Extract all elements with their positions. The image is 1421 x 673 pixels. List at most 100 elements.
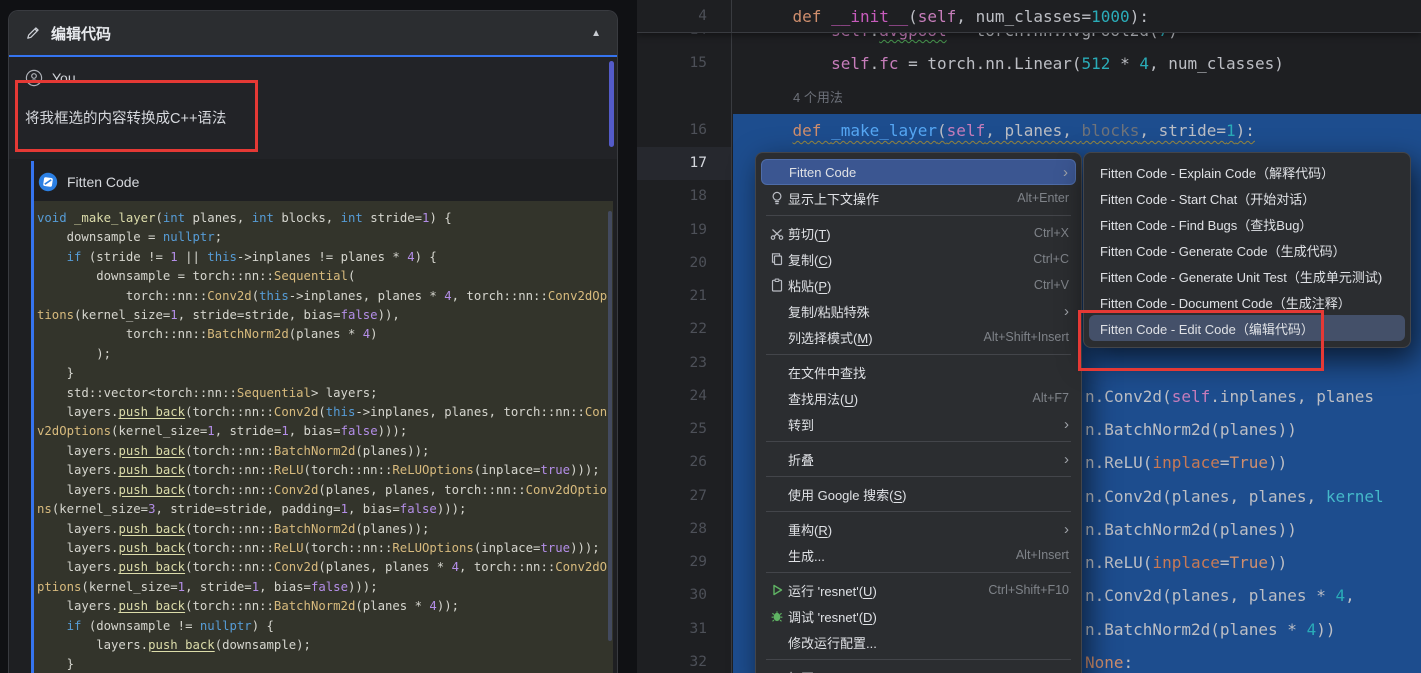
editor-code-line[interactable]: n.BatchNorm2d(planes)) [1085,413,1297,446]
cpp-code-line: layers.push_back(downsample); [37,636,609,655]
menu-separator [766,659,1071,660]
context-menu-item[interactable]: Fitten Code › [761,159,1076,185]
gutter-line-number[interactable]: 26 [637,446,707,479]
gutter-line-number[interactable]: 17 [637,147,707,180]
menu-separator [766,441,1071,442]
editor-code-line[interactable]: def _make_layer(self, planes, blocks, st… [754,114,1255,147]
menu-item-label: 在文件中查找 [788,363,866,382]
user-message: You 将我框选的内容转换成C++语法 [9,57,617,159]
gutter-line-number[interactable]: 31 [637,613,707,646]
gutter-line-number[interactable]: 24 [637,380,707,413]
context-menu-item[interactable]: 粘贴(P)Ctrl+V [756,272,1081,298]
gutter-line-number[interactable]: 30 [637,579,707,612]
submenu-arrow-icon: › [1064,669,1069,673]
assistant-message: Fitten Code void _make_layer(int planes,… [31,161,613,673]
collapse-arrow-icon[interactable]: ▲ [591,28,601,39]
gutter-line-number[interactable]: 18 [637,180,707,213]
context-menu-item[interactable]: 复制/粘贴特殊 › [756,298,1081,324]
cpp-code-block[interactable]: void _make_layer(int planes, int blocks,… [34,201,613,673]
context-menu-item[interactable]: 运行 'resnet'(U)Ctrl+Shift+F10 [756,577,1081,603]
menu-item-label: 列选择模式(M) [788,328,873,347]
menu-separator [766,511,1071,512]
context-menu-item[interactable]: 列选择模式(M) Alt+Shift+Insert [756,324,1081,350]
cpp-code-line: tions(kernel_size=1, stride=stride, bias… [37,306,609,325]
gutter-line-number[interactable]: 27 [637,480,707,513]
menu-separator [766,354,1071,355]
fitten-submenu-item[interactable]: Fitten Code - Start Chat（开始对话） [1084,185,1410,211]
context-menu-item[interactable]: 在文件中查找 [756,359,1081,385]
cpp-code-line: v2dOptions(kernel_size=1, stride=1, bias… [37,422,609,441]
cpp-code-line: layers.push_back(torch::nn::BatchNorm2d(… [37,442,609,461]
gutter-divider [731,0,732,673]
menu-item-shortcut: Alt+Shift+Insert [984,330,1069,344]
gutter-line-number[interactable]: 32 [637,646,707,673]
context-menu-item[interactable]: 重构(R)› [756,516,1081,542]
fitten-submenu-item[interactable]: Fitten Code - Generate Unit Test（生成单元测试) [1084,263,1410,289]
cpp-code-line: layers.push_back(torch::nn::BatchNorm2d(… [37,520,609,539]
editor-code-line[interactable]: n.ReLU(inplace=True)) [1085,446,1287,479]
fitten-submenu-item[interactable]: Fitten Code - Edit Code（编辑代码） [1089,315,1405,341]
editor-code-line[interactable]: self.fc = torch.nn.Linear(512 * 4, num_c… [754,47,1284,80]
lightbulb-icon [766,190,788,206]
code-scrollbar[interactable] [608,211,612,641]
cpp-code-line: ptions(kernel_size=1, stride=1, bias=fal… [37,578,609,597]
pencil-icon [25,25,41,41]
editor-code-line[interactable]: n.ReLU(inplace=True)) [1085,546,1287,579]
context-menu-item[interactable]: 剪切(T)Ctrl+X [756,220,1081,246]
gutter-line-number[interactable]: 23 [637,347,707,380]
editor-context-menu: Fitten Code›显示上下文操作Alt+Enter剪切(T)Ctrl+X复… [755,152,1082,673]
submenu-arrow-icon: › [1063,164,1068,181]
cpp-code-line: ); [37,345,609,364]
context-menu-item[interactable]: 修改运行配置... [756,629,1081,655]
gutter-line-number[interactable]: 29 [637,546,707,579]
cpp-code-line: void _make_layer(int planes, int blocks,… [37,209,609,228]
context-menu-item[interactable]: 使用 Google 搜索(S) [756,481,1081,507]
panel-title: 编辑代码 [51,23,111,44]
context-menu-item[interactable]: 折叠› [756,446,1081,472]
context-menu-item[interactable]: 复制(C)Ctrl+C [756,246,1081,272]
fitten-submenu-item[interactable]: Fitten Code - Find Bugs（查找Bug） [1084,211,1410,237]
context-menu-item[interactable]: 查找用法(U) Alt+F7 [756,385,1081,411]
menu-item-label: 运行 'resnet'(U) [788,581,877,600]
fitten-submenu-item[interactable]: Fitten Code - Generate Code（生成代码） [1084,237,1410,263]
context-menu-item[interactable]: 显示上下文操作Alt+Enter [756,185,1081,211]
editor-code-line[interactable]: n.Conv2d(planes, planes * 4, [1085,579,1355,612]
panel-header: 编辑代码 ▲ [9,11,617,57]
editor-code-line[interactable]: n.BatchNorm2d(planes)) [1085,513,1297,546]
menu-item-label: Fitten Code [789,165,856,180]
fitten-submenu-item[interactable]: Fitten Code - Document Code（生成注释） [1084,289,1410,315]
context-menu-item[interactable]: 调试 'resnet'(D) [756,603,1081,629]
gutter-line-number[interactable]: 28 [637,513,707,546]
cpp-code-line: } [37,364,609,383]
menu-separator [766,572,1071,573]
usages-inlay-hint[interactable]: 4 个用法 [793,81,843,114]
context-menu-item[interactable]: 转到› [756,411,1081,437]
gutter-line-number[interactable]: 25 [637,413,707,446]
gutter-line-number[interactable]: 15 [637,47,707,80]
gutter-line-number[interactable]: 16 [637,114,707,147]
fitten-submenu-item[interactable]: Fitten Code - Explain Code（解释代码） [1084,159,1410,185]
menu-item-shortcut: Alt+F7 [1033,391,1069,405]
context-menu-item[interactable]: 打开于› [756,664,1081,673]
user-avatar-icon [25,69,43,87]
editor-code-line[interactable]: n.Conv2d(self.inplanes, planes [1085,380,1374,413]
menu-item-shortcut: Alt+Enter [1017,191,1069,205]
gutter-line-number[interactable]: 20 [637,247,707,280]
gutter-line-number[interactable]: 19 [637,214,707,247]
cpp-code-line: layers.push_back(torch::nn::Conv2d(plane… [37,558,609,577]
submenu-arrow-icon: › [1064,303,1069,320]
run-icon [766,582,788,598]
editor-code-line[interactable]: n.BatchNorm2d(planes * 4)) [1085,613,1335,646]
menu-item-label: 查找用法(U) [788,389,858,408]
panel-scrollbar[interactable] [609,61,614,147]
gutter-line-number[interactable]: 22 [637,313,707,346]
cpp-code-line: layers.push_back(torch::nn::ReLU(torch::… [37,539,609,558]
context-menu-item[interactable]: 生成...Alt+Insert [756,542,1081,568]
editor-code-line[interactable]: n.Conv2d(planes, planes, kernel [1085,480,1384,513]
submenu-arrow-icon: › [1064,416,1069,433]
cpp-code-line: ns(kernel_size=3, stride=stride, padding… [37,500,609,519]
menu-item-label: 复制/粘贴特殊 [788,302,870,321]
sticky-line-number: 4 [637,0,707,33]
gutter-line-number[interactable]: 21 [637,280,707,313]
editor-code-line[interactable]: None: [1085,646,1133,673]
